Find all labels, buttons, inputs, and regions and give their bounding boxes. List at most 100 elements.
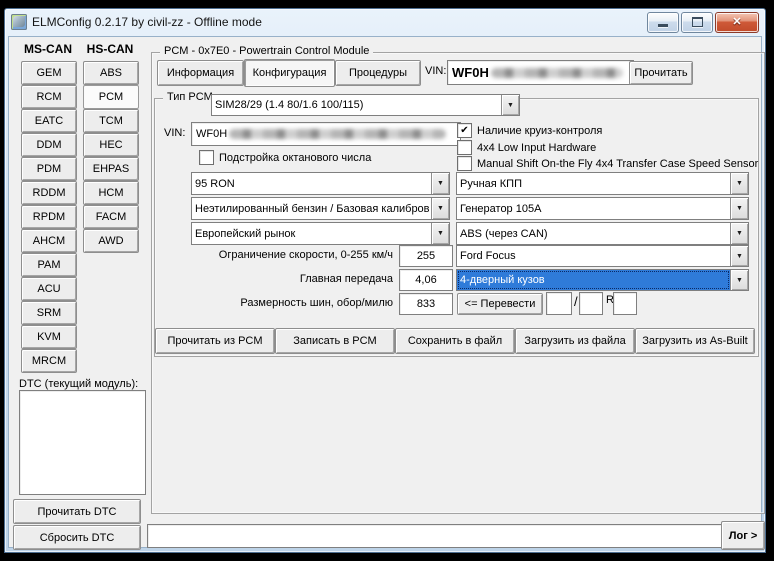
sidebar-item-rpdm[interactable]: RPDM (21, 205, 77, 229)
chevron-down-icon[interactable]: ▼ (431, 223, 449, 244)
status-field[interactable] (147, 524, 727, 548)
vin-config-value: WF0H (196, 128, 228, 140)
sidebar-item-tcm[interactable]: TCM (83, 109, 139, 133)
final-drive-value: 4,06 (415, 274, 437, 286)
pcm-module-group-title: PCM - 0x7E0 - Powertrain Control Module (160, 45, 374, 57)
abs-combo[interactable]: ABS (через CAN) ▼ (456, 222, 749, 245)
vin-redaction-blur (229, 129, 446, 139)
tire-revs-value: 833 (416, 298, 436, 310)
sidebar-item-rddm[interactable]: RDDM (21, 181, 77, 205)
cruise-control-checkbox[interactable]: ✔ Наличие круиз-контроля (457, 123, 602, 138)
read-from-pcm-button[interactable]: Прочитать из PCM (155, 328, 275, 354)
tire-revs-label: Размерность шин, обор/милю (240, 297, 393, 309)
log-button[interactable]: Лог > (721, 521, 765, 550)
transmission-value: Ручная КПП (460, 177, 522, 190)
screen: ELMConfig 0.2.17 by civil-zz - Offline m… (0, 0, 774, 561)
manual-shift-label: Manual Shift On-the Fly 4x4 Transfer Cas… (477, 157, 759, 170)
app-window: ELMConfig 0.2.17 by civil-zz - Offline m… (4, 8, 766, 553)
generator-combo[interactable]: Генератор 105A ▼ (456, 197, 749, 220)
chevron-down-icon[interactable]: ▼ (431, 198, 449, 219)
sidebar-item-ahcm[interactable]: AHCM (21, 229, 77, 253)
vin-header-label: VIN: (425, 65, 447, 77)
tab-procedures[interactable]: Процедуры (335, 60, 421, 86)
pcm-type-value: SIM28/29 (1.4 80/1.6 100/115) (215, 99, 364, 111)
maximize-icon (691, 17, 703, 27)
pcm-type-combo[interactable]: SIM28/29 (1.4 80/1.6 100/115) ▼ (211, 94, 520, 116)
write-to-pcm-button[interactable]: Записать в PCM (275, 328, 395, 354)
fuel-ron-combo[interactable]: 95 RON ▼ (191, 172, 450, 195)
transmission-combo[interactable]: Ручная КПП ▼ (456, 172, 749, 195)
4x4-low-input-checkbox[interactable]: 4x4 Low Input Hardware (457, 140, 596, 155)
read-dtc-button[interactable]: Прочитать DTC (13, 499, 141, 524)
minimize-icon (658, 24, 668, 27)
chevron-down-icon[interactable]: ▼ (431, 173, 449, 194)
sidebar-item-facm[interactable]: FACM (83, 205, 139, 229)
maximize-button[interactable] (681, 11, 713, 33)
checkbox-icon[interactable]: ✔ (457, 123, 472, 138)
manual-shift-checkbox[interactable]: Manual Shift On-the Fly 4x4 Transfer Cas… (457, 156, 758, 171)
sidebar-item-gem[interactable]: GEM (21, 61, 77, 85)
checkbox-icon[interactable] (457, 156, 472, 171)
load-from-file-button[interactable]: Загрузить из файла (515, 328, 635, 354)
vehicle-model-value: Ford Focus (460, 250, 516, 262)
abs-value: ABS (через CAN) (460, 227, 548, 240)
sidebar-item-kvm[interactable]: KVM (21, 325, 77, 349)
minimize-button[interactable] (647, 11, 679, 33)
body-style-combo[interactable]: 4-дверный кузов ▼ (456, 269, 749, 291)
sidebar-item-mrcm[interactable]: MRCM (21, 349, 77, 373)
fuel-ron-value: 95 RON (195, 177, 235, 190)
chevron-down-icon[interactable]: ▼ (730, 246, 748, 266)
sidebar-item-rcm[interactable]: RCM (21, 85, 77, 109)
chevron-down-icon[interactable]: ▼ (730, 198, 748, 219)
tab-configuration[interactable]: Конфигурация (244, 59, 335, 87)
chevron-down-icon[interactable]: ▼ (501, 95, 519, 115)
rim-size-field[interactable] (613, 292, 637, 315)
sidebar-item-pdm[interactable]: PDM (21, 157, 77, 181)
dtc-list[interactable] (19, 390, 146, 495)
read-vin-button[interactable]: Прочитать (629, 61, 693, 85)
final-drive-label: Главная передача (299, 273, 393, 285)
title-bar: ELMConfig 0.2.17 by civil-zz - Offline m… (5, 9, 765, 35)
sidebar-item-ehpas[interactable]: EHPAS (83, 157, 139, 181)
tire-aspect-field[interactable] (579, 292, 603, 315)
tire-revs-field[interactable]: 833 (399, 293, 453, 315)
market-combo[interactable]: Европейский рынок ▼ (191, 222, 450, 245)
sidebar-item-awd[interactable]: AWD (83, 229, 139, 253)
octane-adjust-checkbox[interactable]: Подстройка октанового числа (199, 150, 371, 165)
vehicle-model-combo[interactable]: Ford Focus ▼ (456, 245, 749, 267)
tire-width-field[interactable] (546, 292, 572, 315)
dtc-label: DTC (текущий модуль): (19, 378, 139, 390)
checkbox-icon[interactable] (199, 150, 214, 165)
sidebar-item-hec[interactable]: HEC (83, 133, 139, 157)
sidebar-item-abs[interactable]: ABS (83, 61, 139, 85)
chevron-down-icon[interactable]: ▼ (730, 223, 748, 244)
speed-limit-value: 255 (416, 250, 436, 262)
fuel-calibration-combo[interactable]: Неэтилированный бензин / Базовая калибро… (191, 197, 450, 220)
sidebar-item-hcm[interactable]: HCM (83, 181, 139, 205)
sidebar-item-acu[interactable]: ACU (21, 277, 77, 301)
load-as-built-button[interactable]: Загрузить из As-Built (635, 328, 755, 354)
vin-config-field[interactable]: WF0H (191, 122, 461, 146)
sidebar-item-ddm[interactable]: DDM (21, 133, 77, 157)
chevron-down-icon[interactable]: ▼ (730, 270, 748, 290)
save-to-file-button[interactable]: Сохранить в файл (395, 328, 515, 354)
checkbox-icon[interactable] (457, 140, 472, 155)
sidebar-item-pam[interactable]: PAM (21, 253, 77, 277)
slash-label: / (574, 294, 578, 309)
market-value: Европейский рынок (195, 227, 296, 240)
body-style-value: 4-дверный кузов (457, 270, 730, 290)
sidebar-item-srm[interactable]: SRM (21, 301, 77, 325)
close-button[interactable]: ✕ (715, 11, 759, 33)
speed-limit-field[interactable]: 255 (399, 245, 453, 267)
cruise-control-label: Наличие круиз-контроля (477, 124, 603, 137)
hs-can-header: HS-CAN (86, 42, 134, 56)
clear-dtc-button[interactable]: Сбросить DTC (13, 525, 141, 550)
chevron-down-icon[interactable]: ▼ (730, 173, 748, 194)
sidebar-item-eatc[interactable]: EATC (21, 109, 77, 133)
tab-information[interactable]: Информация (157, 60, 244, 86)
vin-header-field[interactable]: WF0H (447, 60, 634, 85)
sidebar-item-pcm[interactable]: PCM (83, 85, 139, 109)
final-drive-field[interactable]: 4,06 (399, 269, 453, 291)
convert-button[interactable]: <= Перевести (457, 293, 543, 315)
octane-adjust-label: Подстройка октанового числа (219, 151, 372, 164)
